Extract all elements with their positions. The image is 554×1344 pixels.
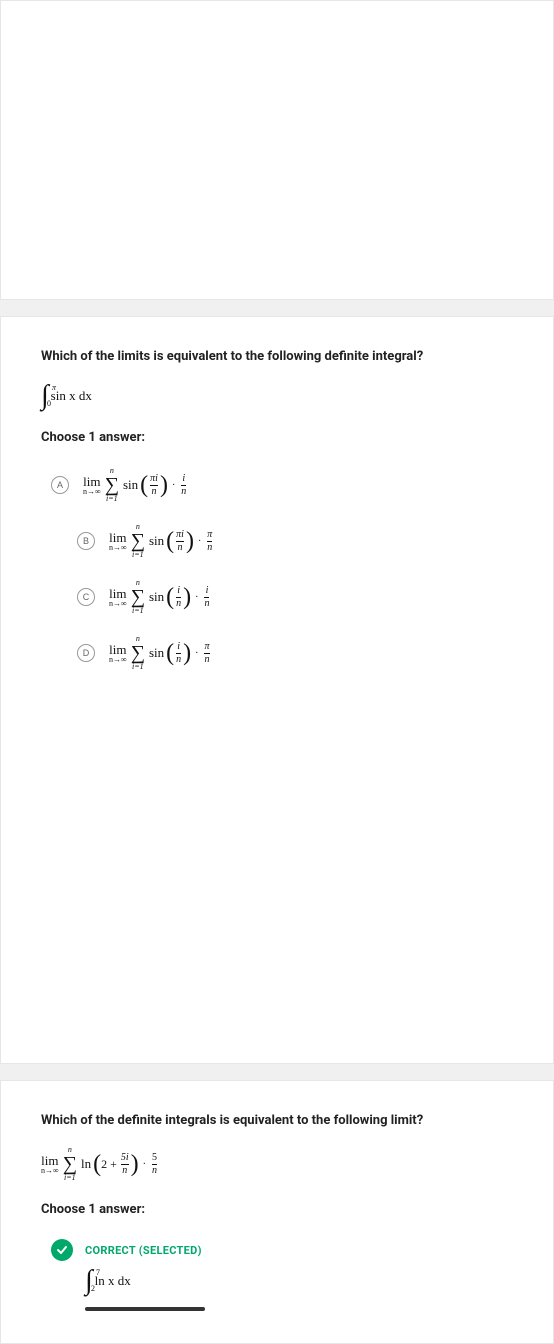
choose-label: Choose 1 answer: xyxy=(41,430,513,445)
choose-label: Choose 1 answer: xyxy=(41,1202,513,1217)
option-expression: limn→∞ n∑i=1 sin (πin) · in xyxy=(83,467,188,503)
check-icon xyxy=(51,1239,73,1261)
blank-card xyxy=(0,0,554,300)
question-text: Which of the definite integrals is equiv… xyxy=(41,1113,513,1128)
question-text: Which of the limits is equivalent to the… xyxy=(41,349,513,364)
options-list: A limn→∞ n∑i=1 sin (πin) · in B limn→∞ n… xyxy=(41,467,513,671)
question-integral: ∫ π 0 sin x dx xyxy=(41,382,513,410)
question-card-2: Which of the definite integrals is equiv… xyxy=(0,1080,554,1344)
option-D[interactable]: D limn→∞ n∑i=1 sin (in) · πn xyxy=(51,635,513,671)
option-B[interactable]: B limn→∞ n∑i=1 sin (πin) · πn xyxy=(51,523,513,559)
option-expression: limn→∞ n∑i=1 sin (in) · in xyxy=(109,579,211,615)
correct-label: CORRECT (SELECTED) xyxy=(85,1244,202,1257)
correct-integral: ∫ 7 2 ln x dx xyxy=(85,1267,513,1295)
option-bubble: D xyxy=(77,644,95,662)
option-expression: limn→∞ n∑i=1 sin (πin) · πn xyxy=(109,523,214,559)
correct-choice[interactable]: CORRECT (SELECTED) xyxy=(51,1239,513,1261)
progress-bar xyxy=(85,1307,205,1311)
option-bubble: B xyxy=(77,532,95,550)
question-limit: limn→∞ n∑i=1 ln ( 2 + 5in ) · 5n xyxy=(41,1146,513,1182)
option-C[interactable]: C limn→∞ n∑i=1 sin (in) · in xyxy=(51,579,513,615)
option-bubble: C xyxy=(77,588,95,606)
option-A[interactable]: A limn→∞ n∑i=1 sin (πin) · in xyxy=(51,467,513,503)
option-expression: limn→∞ n∑i=1 sin (in) · πn xyxy=(109,635,212,671)
option-bubble: A xyxy=(51,476,69,494)
question-card-1: Which of the limits is equivalent to the… xyxy=(0,316,554,1064)
card-trailer xyxy=(41,671,513,1031)
